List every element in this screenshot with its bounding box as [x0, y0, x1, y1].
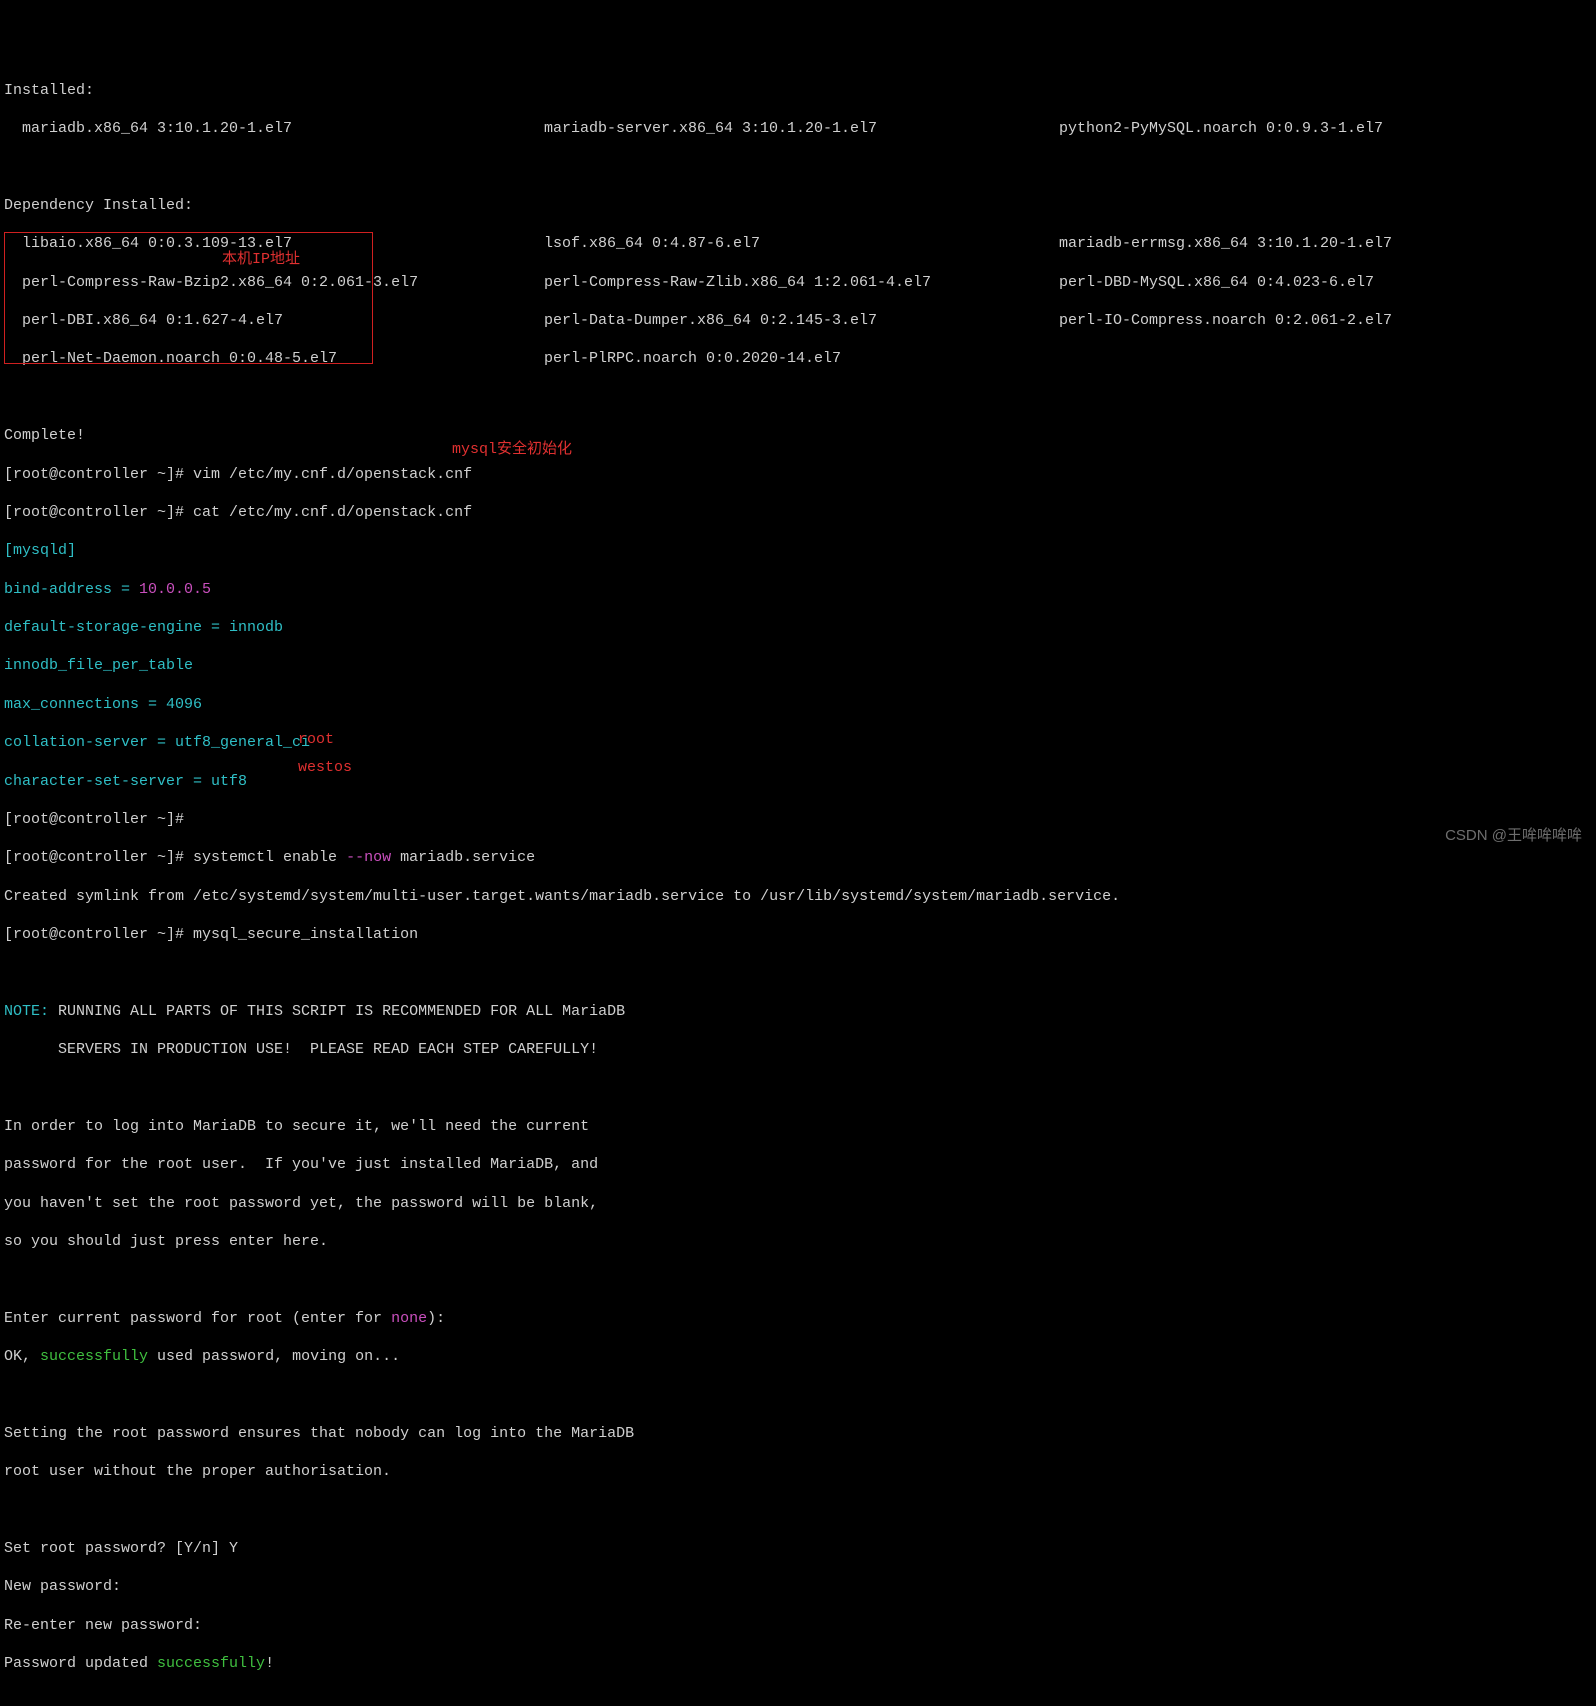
prompt-line: [root@controller ~]#: [4, 810, 1592, 829]
para: root user without the proper authorisati…: [4, 1462, 1592, 1481]
text: Enter current password for root (enter f…: [4, 1310, 391, 1327]
dep-header: Dependency Installed:: [4, 196, 1592, 215]
pkg: mariadb-errmsg.x86_64 3:10.1.20-1.el7: [1059, 234, 1592, 253]
keyword: none: [391, 1310, 427, 1327]
annotation-secure: mysql安全初始化: [452, 440, 572, 459]
watermark: CSDN @王哞哞哞哞: [1445, 826, 1582, 845]
output: Password updated successfully!: [4, 1654, 1592, 1673]
note-text: RUNNING ALL PARTS OF THIS SCRIPT IS RECO…: [49, 1003, 625, 1020]
output: OK, successfully used password, moving o…: [4, 1347, 1592, 1366]
dep-row: perl-DBI.x86_64 0:1.627-4.el7perl-Data-D…: [4, 311, 1592, 330]
command: mariadb.service: [391, 849, 535, 866]
text: OK,: [4, 1348, 40, 1365]
prompt-input[interactable]: New password:: [4, 1577, 1592, 1596]
blank: [4, 158, 1592, 177]
prompt-input[interactable]: Enter current password for root (enter f…: [4, 1309, 1592, 1328]
success: successfully: [40, 1348, 148, 1365]
cnf-val: 10.0.0.5: [139, 581, 211, 598]
para: you haven't set the root password yet, t…: [4, 1194, 1592, 1213]
complete: Complete!: [4, 426, 1592, 445]
blank: [4, 1270, 1592, 1289]
prompt: [root@controller ~]#: [4, 849, 193, 866]
prompt-input[interactable]: Set root password? [Y/n] Y: [4, 1539, 1592, 1558]
cnf-section: [mysqld]: [4, 541, 1592, 560]
blank: [4, 1386, 1592, 1405]
cnf-line: bind-address = 10.0.0.5: [4, 580, 1592, 599]
pkg: mariadb-server.x86_64 3:10.1.20-1.el7: [544, 119, 1059, 138]
output: Created symlink from /etc/systemd/system…: [4, 887, 1592, 906]
para: password for the root user. If you've ju…: [4, 1155, 1592, 1174]
pkg: python2-PyMySQL.noarch 0:0.9.3-1.el7: [1059, 119, 1592, 138]
note: SERVERS IN PRODUCTION USE! PLEASE READ E…: [4, 1040, 1592, 1059]
text: !: [265, 1655, 274, 1672]
para: Setting the root password ensures that n…: [4, 1424, 1592, 1443]
pkg: [1059, 349, 1592, 368]
pkg: perl-Net-Daemon.noarch 0:0.48-5.el7: [4, 349, 544, 368]
pkg: perl-Data-Dumper.x86_64 0:2.145-3.el7: [544, 311, 1059, 330]
command: vim /etc/my.cnf.d/openstack.cnf: [193, 466, 472, 483]
prompt-line: [root@controller ~]# systemctl enable --…: [4, 848, 1592, 867]
para: so you should just press enter here.: [4, 1232, 1592, 1251]
prompt: [root@controller ~]#: [4, 466, 193, 483]
text: used password, moving on...: [148, 1348, 400, 1365]
installed-header: Installed:: [4, 81, 1592, 100]
text: Password updated: [4, 1655, 157, 1672]
pkg: perl-Compress-Raw-Zlib.x86_64 1:2.061-4.…: [544, 273, 1059, 292]
pkg: perl-PlRPC.noarch 0:0.2020-14.el7: [544, 349, 1059, 368]
pkg: mariadb.x86_64 3:10.1.20-1.el7: [4, 119, 544, 138]
blank: [4, 388, 1592, 407]
prompt: [root@controller ~]#: [4, 926, 193, 943]
pkg: perl-DBI.x86_64 0:1.627-4.el7: [4, 311, 544, 330]
cnf-line: max_connections = 4096: [4, 695, 1592, 714]
prompt-line: [root@controller ~]# cat /etc/my.cnf.d/o…: [4, 503, 1592, 522]
blank: [4, 963, 1592, 982]
command: cat /etc/my.cnf.d/openstack.cnf: [193, 504, 472, 521]
pkg: perl-Compress-Raw-Bzip2.x86_64 0:2.061-3…: [4, 273, 544, 292]
annotation-westos: westos: [298, 758, 352, 777]
text: ):: [427, 1310, 445, 1327]
annotation-root: root: [298, 730, 334, 749]
prompt-line: [root@controller ~]# vim /etc/my.cnf.d/o…: [4, 465, 1592, 484]
flag: --now: [346, 849, 391, 866]
pkg: perl-DBD-MySQL.x86_64 0:4.023-6.el7: [1059, 273, 1592, 292]
command: systemctl enable: [193, 849, 346, 866]
success: successfully: [157, 1655, 265, 1672]
dep-row: perl-Net-Daemon.noarch 0:0.48-5.el7perl-…: [4, 349, 1592, 368]
annotation-ip: 本机IP地址: [222, 250, 300, 269]
cnf-line: default-storage-engine = innodb: [4, 618, 1592, 637]
note-label: NOTE:: [4, 1003, 49, 1020]
cnf-line: innodb_file_per_table: [4, 656, 1592, 675]
para: In order to log into MariaDB to secure i…: [4, 1117, 1592, 1136]
prompt: [root@controller ~]#: [4, 504, 193, 521]
blank: [4, 1079, 1592, 1098]
note: NOTE: RUNNING ALL PARTS OF THIS SCRIPT I…: [4, 1002, 1592, 1021]
command: mysql_secure_installation: [193, 926, 418, 943]
dep-row: perl-Compress-Raw-Bzip2.x86_64 0:2.061-3…: [4, 273, 1592, 292]
cnf-line: collation-server = utf8_general_ci: [4, 733, 1592, 752]
prompt: [root@controller ~]#: [4, 811, 193, 828]
prompt-line: [root@controller ~]# mysql_secure_instal…: [4, 925, 1592, 944]
pkg: lsof.x86_64 0:4.87-6.el7: [544, 234, 1059, 253]
pkg: perl-IO-Compress.noarch 0:2.061-2.el7: [1059, 311, 1592, 330]
blank: [4, 1501, 1592, 1520]
installed-row: mariadb.x86_64 3:10.1.20-1.el7 mariadb-s…: [4, 119, 1592, 138]
prompt-input[interactable]: Re-enter new password:: [4, 1616, 1592, 1635]
cnf-line: character-set-server = utf8: [4, 772, 1592, 791]
cnf-key: bind-address =: [4, 581, 139, 598]
